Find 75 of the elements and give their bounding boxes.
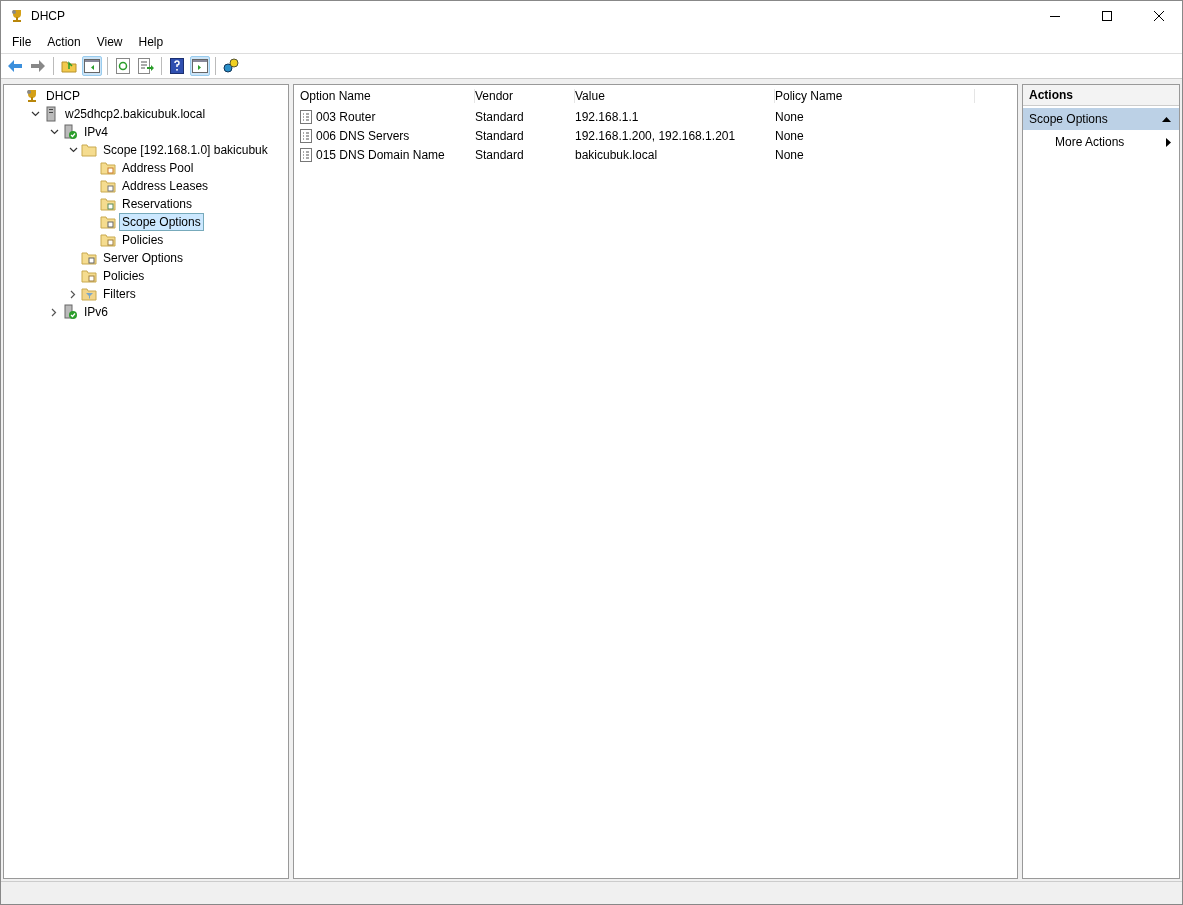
- chevron-right-icon[interactable]: [70, 289, 76, 299]
- pane-left-icon: [84, 59, 100, 73]
- tree-item[interactable]: Policies: [119, 231, 167, 249]
- tree-item[interactable]: Scope [192.168.1.0] bakicubuk: [100, 141, 271, 159]
- menu-item[interactable]: View: [88, 35, 131, 49]
- refresh-icon: [116, 58, 130, 74]
- pane-right-icon: [192, 59, 208, 73]
- toolbar-button[interactable]: [190, 56, 210, 76]
- table-cell-text: Standard: [475, 147, 525, 162]
- table-cell: 015 DNS Domain Name: [316, 147, 445, 162]
- folder-document-icon: [100, 196, 116, 212]
- tree-item[interactable]: Address Leases: [119, 177, 212, 195]
- folder-document-icon: [100, 232, 116, 248]
- table-cell-text: Standard: [475, 128, 525, 143]
- table-cell-text: None: [775, 109, 805, 124]
- list-document-icon: [300, 109, 312, 124]
- column-header[interactable]: Policy Name: [775, 89, 975, 103]
- maximize-icon: [1102, 11, 1112, 21]
- table-cell-text: None: [775, 147, 805, 162]
- chevron-down-icon[interactable]: [30, 111, 40, 117]
- column-header[interactable]: Vendor: [475, 89, 575, 103]
- folder-filter-icon: [81, 286, 97, 302]
- tree-item[interactable]: w25dhcp2.bakicubuk.local: [62, 105, 209, 123]
- list-document-icon: [300, 147, 312, 162]
- menu-item[interactable]: File: [4, 35, 40, 49]
- window-title: DHCP: [31, 9, 66, 23]
- folder-document-icon: [100, 214, 116, 230]
- table-cell-text: 192.168.1.200, 192.168.1.201: [575, 128, 737, 143]
- table-cell-text: None: [775, 128, 805, 143]
- table-cell: 003 Router: [316, 109, 376, 124]
- toolbar-button[interactable]: [82, 56, 102, 76]
- submenu-triangle-icon: [1166, 137, 1171, 147]
- toolbar-button[interactable]: [167, 56, 187, 76]
- table-cell-text: 192.168.1.1: [575, 109, 640, 124]
- folder-up-icon: [61, 58, 77, 74]
- folder-document-icon: [81, 268, 97, 284]
- actions-section-header[interactable]: Scope Options: [1023, 108, 1179, 130]
- chevron-down-icon[interactable]: [68, 147, 78, 153]
- tree-item[interactable]: Server Options: [100, 249, 187, 267]
- tree-item[interactable]: DHCP: [43, 87, 83, 105]
- tree-item[interactable]: Policies: [100, 267, 148, 285]
- folder-document-icon: [100, 160, 116, 176]
- server-check-icon: [62, 304, 78, 320]
- tree-item[interactable]: Filters: [100, 285, 139, 303]
- column-header[interactable]: Option Name: [300, 89, 475, 103]
- tree-item[interactable]: IPv6: [81, 303, 111, 321]
- section-title: Scope Options: [1029, 112, 1108, 126]
- help-icon: [170, 58, 184, 74]
- server-icon: [43, 106, 59, 122]
- action-label: More Actions: [1055, 135, 1125, 149]
- list-document-icon: [300, 128, 312, 143]
- collapse-triangle-icon: [1162, 116, 1171, 122]
- folder-document-icon: [100, 178, 116, 194]
- actions-header: Actions: [1023, 85, 1179, 106]
- table-cell-text: bakicubuk.local: [575, 147, 659, 162]
- table-cell: 006 DNS Servers: [316, 128, 410, 143]
- tree-item[interactable]: Address Pool: [119, 159, 197, 177]
- close-icon: [1154, 11, 1164, 21]
- tree-item[interactable]: Scope Options: [119, 213, 204, 231]
- folder-icon: [81, 142, 97, 158]
- table-cell-text: Standard: [475, 109, 525, 124]
- minimize-icon: [1050, 15, 1060, 17]
- back-arrow-icon: [7, 59, 23, 73]
- action-item[interactable]: More Actions: [1023, 130, 1179, 154]
- folder-document-icon: [81, 250, 97, 266]
- menu-item[interactable]: Action: [39, 35, 89, 49]
- column-header[interactable]: Value: [575, 89, 775, 103]
- menu-item[interactable]: Help: [130, 35, 172, 49]
- tree-item[interactable]: Reservations: [119, 195, 196, 213]
- chevron-down-icon[interactable]: [49, 129, 59, 135]
- chevron-right-icon[interactable]: [51, 307, 57, 317]
- forward-arrow-icon: [30, 59, 46, 73]
- export-list-icon: [138, 58, 154, 74]
- server-check-icon: [62, 124, 78, 140]
- tree-item[interactable]: IPv4: [81, 123, 111, 141]
